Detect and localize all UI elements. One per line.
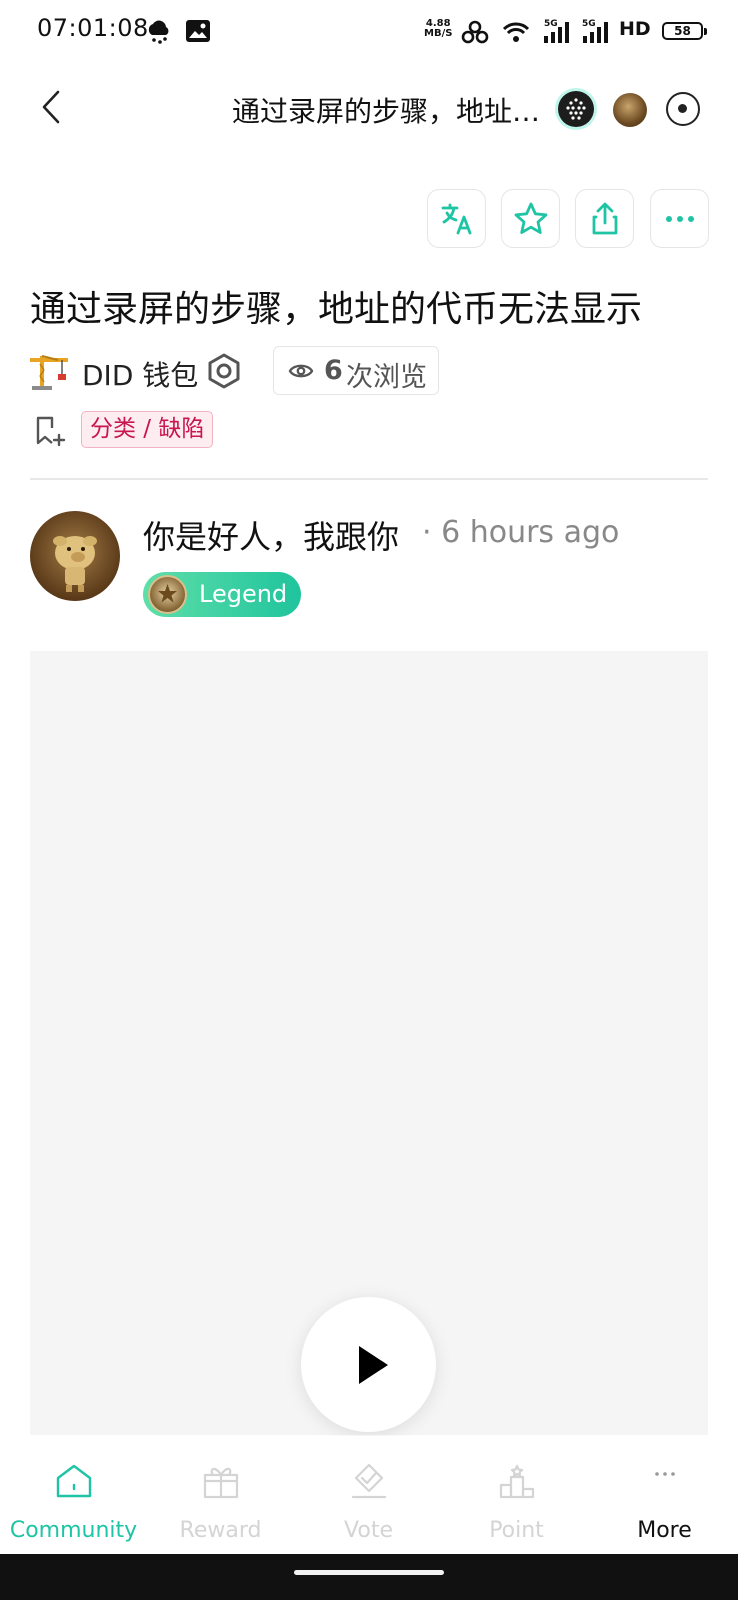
battery-indicator: 58 bbox=[662, 22, 707, 40]
back-button[interactable] bbox=[30, 82, 70, 132]
community-name[interactable]: DID 钱包 bbox=[82, 354, 198, 394]
play-icon bbox=[359, 1346, 388, 1384]
tab-point[interactable]: Point bbox=[443, 1436, 590, 1554]
tab-vote[interactable]: Vote bbox=[295, 1436, 442, 1554]
weather-cloud-icon bbox=[148, 20, 169, 44]
top-navigation: 通过录屏的步骤，地址的代币无法显示 bbox=[0, 62, 738, 158]
pig-character-icon bbox=[53, 536, 97, 592]
post-meta-row: DID 钱包 6 次浏览 bbox=[28, 346, 728, 396]
hd-voice-label: HD bbox=[619, 18, 651, 40]
crane-emoji-icon bbox=[30, 355, 68, 390]
status-time: 07:01:08 bbox=[37, 14, 149, 42]
author-name[interactable]: 你是好人，我跟你 bbox=[143, 512, 399, 558]
category-tag[interactable]: 分类 / 缺陷 bbox=[81, 411, 214, 448]
home-icon bbox=[56, 1464, 92, 1498]
medal-icon bbox=[148, 575, 187, 614]
medal-star-icon bbox=[158, 584, 177, 603]
system-navigation-bar bbox=[0, 1554, 738, 1600]
back-chevron-icon bbox=[42, 90, 60, 124]
eye-icon bbox=[288, 364, 314, 378]
views-count: 6 bbox=[324, 355, 343, 386]
author-avatar[interactable] bbox=[30, 511, 120, 601]
bottom-tab-bar: Community Reward Vote Point More bbox=[0, 1436, 738, 1554]
more-dots-icon bbox=[655, 1472, 675, 1476]
views-label: 次浏览 bbox=[346, 362, 427, 393]
post-title: 通过录屏的步骤，地址的代币无法显示 bbox=[30, 289, 643, 330]
tab-reward[interactable]: Reward bbox=[147, 1436, 294, 1554]
views-chip: 6 次浏览 bbox=[273, 346, 439, 395]
network-speed-unit: MB/S bbox=[424, 28, 453, 39]
tab-label: Point bbox=[489, 1518, 544, 1543]
status-bar: 07:01:08 4.88 MB/S 5G 5G HD 58 bbox=[0, 0, 738, 62]
tab-more[interactable]: More bbox=[591, 1436, 738, 1554]
network-speed: 4.88 MB/S bbox=[424, 19, 452, 39]
share-button[interactable] bbox=[575, 189, 634, 248]
translate-icon bbox=[441, 203, 471, 234]
app-logo-button[interactable] bbox=[558, 91, 594, 127]
post-timestamp: · 6 hours ago bbox=[422, 515, 620, 550]
gallery-notification-icon bbox=[186, 20, 210, 42]
more-horizontal-icon bbox=[665, 215, 694, 222]
legend-badge: Legend bbox=[143, 572, 301, 617]
vote-icon bbox=[351, 1463, 387, 1499]
hotspot-icon bbox=[461, 20, 489, 44]
gift-icon bbox=[203, 1467, 239, 1499]
translate-button[interactable] bbox=[427, 189, 486, 248]
play-button[interactable] bbox=[301, 1297, 436, 1432]
share-icon bbox=[592, 202, 617, 234]
home-indicator[interactable] bbox=[294, 1570, 444, 1575]
header-title: 通过录屏的步骤，地址的代币无法显示 bbox=[232, 95, 562, 128]
tab-label: Reward bbox=[179, 1518, 262, 1543]
hexagon-settings-icon[interactable] bbox=[206, 352, 242, 390]
signal-strength-icon bbox=[583, 22, 608, 43]
tab-community[interactable]: Community bbox=[0, 1436, 147, 1554]
tab-label: Vote bbox=[344, 1518, 393, 1543]
tab-label: More bbox=[637, 1518, 692, 1543]
more-options-button[interactable] bbox=[650, 189, 709, 248]
tag-row: 分类 / 缺陷 bbox=[30, 410, 430, 456]
favorite-button[interactable] bbox=[501, 189, 560, 248]
star-icon bbox=[514, 202, 547, 234]
tab-label: Community bbox=[9, 1518, 138, 1543]
add-bookmark-icon[interactable] bbox=[34, 414, 66, 448]
legend-label: Legend bbox=[199, 580, 288, 608]
wifi-icon bbox=[502, 22, 530, 42]
screen: 07:01:08 4.88 MB/S 5G 5G HD 58 通过录屏的步骤，地… bbox=[0, 0, 738, 1600]
podium-icon bbox=[499, 1464, 535, 1499]
dots-logo-icon bbox=[566, 98, 586, 120]
record-target-button[interactable] bbox=[666, 92, 700, 126]
user-avatar-button[interactable] bbox=[613, 93, 647, 127]
signal-strength-icon bbox=[544, 22, 569, 43]
divider bbox=[30, 478, 708, 480]
